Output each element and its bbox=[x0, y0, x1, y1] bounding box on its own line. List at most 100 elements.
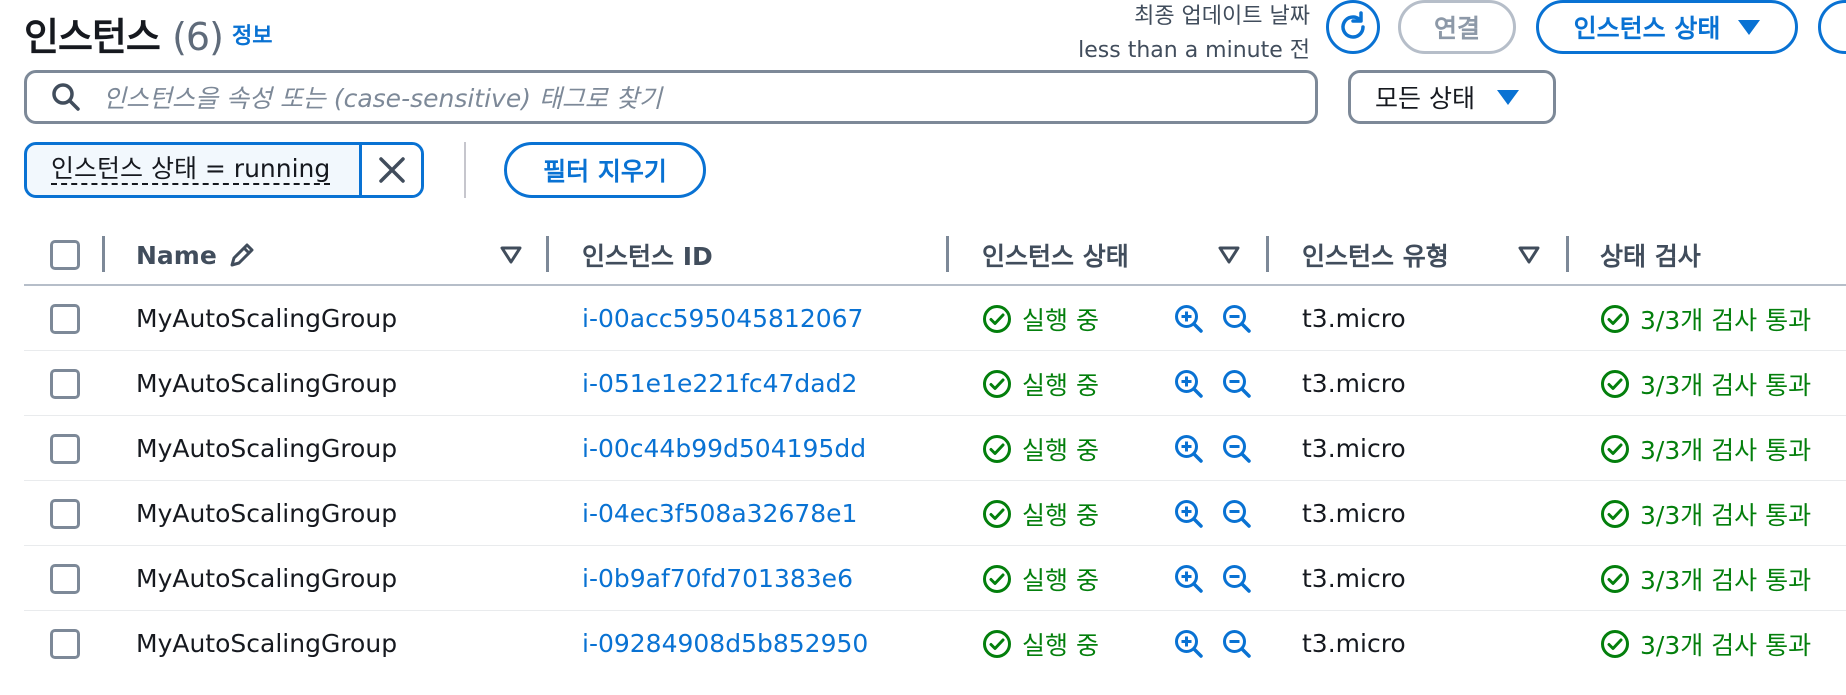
table-row[interactable]: MyAutoScalingGroup i-09284908d5b852950 실… bbox=[24, 611, 1846, 676]
instance-id-link[interactable]: i-00acc595045812067 bbox=[582, 286, 863, 351]
status-check-text: 3/3개 검사 통과 bbox=[1640, 305, 1812, 335]
zoom-out-icon[interactable] bbox=[1222, 564, 1252, 594]
check-circle-icon bbox=[983, 629, 1011, 658]
column-divider[interactable] bbox=[102, 236, 105, 272]
status-check-result: 3/3개 검사 통과 bbox=[1600, 546, 1811, 611]
filter-token[interactable]: 인스턴스 상태 = running bbox=[24, 142, 424, 198]
column-divider[interactable] bbox=[1566, 236, 1569, 272]
status-check-text: 3/3개 검사 통과 bbox=[1640, 370, 1812, 400]
instance-state-status: 실행 중 bbox=[982, 546, 1099, 611]
instance-id-link[interactable]: i-04ec3f508a32678e1 bbox=[582, 481, 857, 546]
row-checkbox[interactable] bbox=[50, 433, 80, 464]
instance-name: MyAutoScalingGroup bbox=[136, 434, 398, 463]
connect-button[interactable]: 연결 bbox=[1398, 0, 1516, 54]
check-circle-icon bbox=[983, 434, 1011, 463]
column-header-instance-state[interactable]: 인스턴스 상태 bbox=[982, 224, 1129, 286]
sort-caret-icon[interactable] bbox=[1218, 246, 1240, 264]
table-row[interactable]: MyAutoScalingGroup i-04ec3f508a32678e1 실… bbox=[24, 481, 1846, 546]
row-checkbox[interactable] bbox=[50, 628, 80, 659]
status-check-result: 3/3개 검사 통과 bbox=[1600, 416, 1811, 481]
filter-token-label[interactable]: 인스턴스 상태 = running bbox=[27, 145, 359, 195]
check-circle-icon bbox=[1601, 304, 1629, 333]
actions-button[interactable] bbox=[1818, 0, 1846, 54]
status-check-result: 3/3개 검사 통과 bbox=[1600, 286, 1811, 351]
status-check-result: 3/3개 검사 통과 bbox=[1600, 351, 1811, 416]
state-filter-actions bbox=[1174, 416, 1252, 481]
check-circle-icon bbox=[983, 499, 1011, 528]
instance-type: t3.micro bbox=[1302, 434, 1406, 463]
state-filter-value: 모든 상태 bbox=[1375, 84, 1475, 113]
state-filter-actions bbox=[1174, 611, 1252, 676]
sort-caret-icon[interactable] bbox=[1518, 246, 1540, 264]
instance-name: MyAutoScalingGroup bbox=[136, 564, 398, 593]
column-header-status-check[interactable]: 상태 검사 bbox=[1600, 224, 1701, 286]
info-link[interactable]: 정보 bbox=[232, 18, 272, 50]
zoom-out-icon[interactable] bbox=[1222, 499, 1252, 529]
zoom-out-icon[interactable] bbox=[1222, 629, 1252, 659]
status-check-result: 3/3개 검사 통과 bbox=[1600, 481, 1811, 546]
table-row[interactable]: MyAutoScalingGroup i-00c44b99d504195dd 실… bbox=[24, 416, 1846, 481]
instance-state-text: 실행 중 bbox=[1022, 630, 1099, 660]
status-check-result: 3/3개 검사 통과 bbox=[1600, 611, 1811, 676]
row-checkbox[interactable] bbox=[50, 563, 80, 594]
table-row[interactable]: MyAutoScalingGroup i-0b9af70fd701383e6 실… bbox=[24, 546, 1846, 611]
table-header: Name 인스턴스 ID 인스턴스 상태 인스턴스 유형 상태 검사 bbox=[24, 224, 1846, 286]
column-instance-state-label: 인스턴스 상태 bbox=[982, 242, 1129, 271]
row-checkbox[interactable] bbox=[50, 303, 80, 334]
zoom-out-icon[interactable] bbox=[1222, 434, 1252, 464]
column-header-instance-type[interactable]: 인스턴스 유형 bbox=[1302, 224, 1449, 286]
table-row[interactable]: MyAutoScalingGroup i-00acc595045812067 실… bbox=[24, 286, 1846, 351]
zoom-in-icon[interactable] bbox=[1174, 629, 1204, 659]
search-placeholder: 인스턴스을 속성 또는 (case-sensitive) 태그로 찾기 bbox=[103, 84, 662, 113]
row-checkbox[interactable] bbox=[50, 498, 80, 529]
status-check-text: 3/3개 검사 통과 bbox=[1640, 435, 1812, 465]
row-select-cell bbox=[50, 546, 80, 611]
instance-id-link[interactable]: i-0b9af70fd701383e6 bbox=[582, 546, 853, 611]
instance-state-status: 실행 중 bbox=[982, 416, 1099, 481]
zoom-out-icon[interactable] bbox=[1222, 304, 1252, 334]
check-circle-icon bbox=[983, 304, 1011, 333]
state-filter-actions bbox=[1174, 546, 1252, 611]
column-status-check-label: 상태 검사 bbox=[1600, 242, 1701, 271]
column-divider[interactable] bbox=[546, 236, 549, 272]
zoom-in-icon[interactable] bbox=[1174, 434, 1204, 464]
instance-count: (6) bbox=[172, 15, 224, 59]
select-all-checkbox[interactable] bbox=[50, 240, 80, 270]
row-checkbox[interactable] bbox=[50, 368, 80, 399]
instance-type: t3.micro bbox=[1302, 499, 1406, 528]
search-input[interactable]: 인스턴스을 속성 또는 (case-sensitive) 태그로 찾기 bbox=[24, 70, 1318, 124]
zoom-in-icon[interactable] bbox=[1174, 369, 1204, 399]
column-divider[interactable] bbox=[946, 236, 949, 272]
status-check-text: 3/3개 검사 통과 bbox=[1640, 500, 1812, 530]
instance-state-text: 실행 중 bbox=[1022, 435, 1099, 465]
search-icon bbox=[52, 83, 80, 111]
table-row[interactable]: MyAutoScalingGroup i-051e1e221fc47dad2 실… bbox=[24, 351, 1846, 416]
state-filter-select[interactable]: 모든 상태 bbox=[1348, 70, 1556, 124]
connect-button-label: 연결 bbox=[1433, 14, 1480, 43]
zoom-in-icon[interactable] bbox=[1174, 564, 1204, 594]
instance-type: t3.micro bbox=[1302, 629, 1406, 658]
column-header-instance-id[interactable]: 인스턴스 ID bbox=[582, 224, 713, 286]
sort-caret-icon[interactable] bbox=[500, 246, 522, 264]
instance-state-text: 실행 중 bbox=[1022, 370, 1099, 400]
pencil-icon bbox=[230, 243, 254, 267]
zoom-in-icon[interactable] bbox=[1174, 304, 1204, 334]
clear-filters-button[interactable]: 필터 지우기 bbox=[504, 142, 706, 198]
refresh-button[interactable] bbox=[1326, 0, 1380, 54]
zoom-in-icon[interactable] bbox=[1174, 499, 1204, 529]
instance-id-link[interactable]: i-051e1e221fc47dad2 bbox=[582, 351, 857, 416]
instance-state-dropdown[interactable]: 인스턴스 상태 bbox=[1536, 0, 1798, 54]
row-select-cell bbox=[50, 481, 80, 546]
zoom-out-icon[interactable] bbox=[1222, 369, 1252, 399]
close-icon bbox=[378, 157, 405, 183]
state-filter-actions bbox=[1174, 351, 1252, 416]
check-circle-icon bbox=[1601, 629, 1629, 658]
instance-id-link[interactable]: i-00c44b99d504195dd bbox=[582, 416, 866, 481]
column-divider[interactable] bbox=[1266, 236, 1269, 272]
instance-id-link[interactable]: i-09284908d5b852950 bbox=[582, 611, 868, 676]
instance-state-status: 실행 중 bbox=[982, 351, 1099, 416]
column-header-name[interactable]: Name bbox=[136, 224, 257, 286]
check-circle-icon bbox=[1601, 434, 1629, 463]
remove-filter-button[interactable] bbox=[359, 145, 421, 195]
table-body: MyAutoScalingGroup i-00acc595045812067 실… bbox=[24, 286, 1846, 676]
